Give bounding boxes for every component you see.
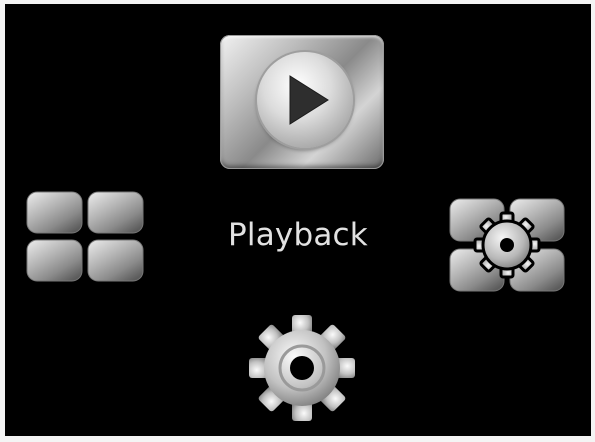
playback-button[interactable]: [220, 35, 384, 169]
play-icon: [289, 75, 329, 125]
play-disc: [257, 52, 353, 148]
setup-button[interactable]: [246, 313, 358, 423]
menu-settings-button[interactable]: [448, 197, 566, 293]
gear-icon: [249, 315, 355, 421]
device-screen: Playback: [5, 4, 591, 436]
settings-grid-icon: [449, 198, 565, 292]
gallery-button[interactable]: [25, 190, 145, 284]
grid-icon: [26, 191, 144, 282]
